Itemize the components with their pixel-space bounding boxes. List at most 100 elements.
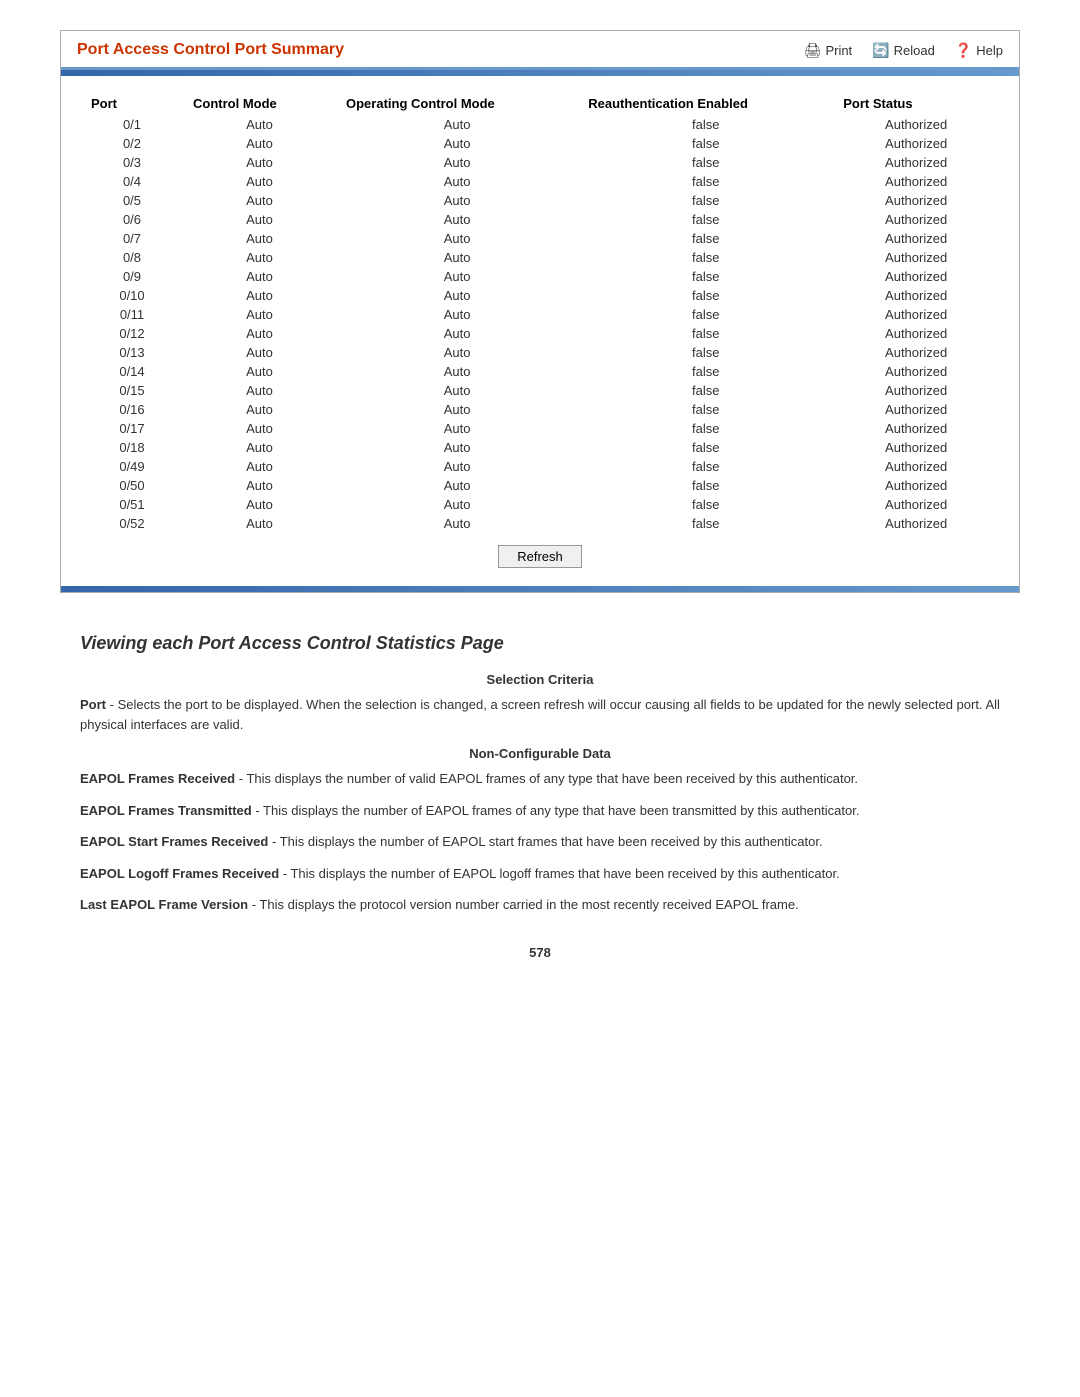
table-cell-3: false	[578, 476, 833, 495]
table-cell-4: Authorized	[833, 191, 999, 210]
table-cell-0: 0/15	[81, 381, 183, 400]
table-cell-3: false	[578, 153, 833, 172]
table-cell-3: false	[578, 457, 833, 476]
table-cell-1: Auto	[183, 153, 336, 172]
table-cell-0: 0/6	[81, 210, 183, 229]
table-cell-0: 0/51	[81, 495, 183, 514]
table-row: 0/18AutoAutofalseAuthorized	[81, 438, 999, 457]
table-cell-4: Authorized	[833, 115, 999, 134]
table-cell-4: Authorized	[833, 172, 999, 191]
table-cell-2: Auto	[336, 248, 578, 267]
table-row: 0/13AutoAutofalseAuthorized	[81, 343, 999, 362]
table-cell-1: Auto	[183, 134, 336, 153]
table-cell-2: Auto	[336, 400, 578, 419]
doc-field-para: Last EAPOL Frame Version - This displays…	[80, 895, 1000, 915]
table-cell-0: 0/7	[81, 229, 183, 248]
doc-field-label: EAPOL Logoff Frames Received	[80, 866, 279, 881]
table-cell-2: Auto	[336, 115, 578, 134]
doc-field-para: EAPOL Frames Received - This displays th…	[80, 769, 1000, 789]
table-cell-4: Authorized	[833, 267, 999, 286]
doc-field-label: EAPOL Start Frames Received	[80, 834, 268, 849]
doc-field-label: EAPOL Frames Transmitted	[80, 803, 252, 818]
reload-button[interactable]: 🔄 Reload	[872, 42, 935, 59]
table-cell-3: false	[578, 115, 833, 134]
table-cell-0: 0/8	[81, 248, 183, 267]
table-cell-1: Auto	[183, 419, 336, 438]
table-cell-2: Auto	[336, 324, 578, 343]
table-cell-3: false	[578, 286, 833, 305]
table-cell-0: 0/9	[81, 267, 183, 286]
table-row: 0/12AutoAutofalseAuthorized	[81, 324, 999, 343]
table-cell-1: Auto	[183, 267, 336, 286]
table-cell-4: Authorized	[833, 343, 999, 362]
table-row: 0/8AutoAutofalseAuthorized	[81, 248, 999, 267]
refresh-row: Refresh	[81, 533, 999, 576]
table-cell-0: 0/14	[81, 362, 183, 381]
table-cell-3: false	[578, 419, 833, 438]
print-icon: 🖨	[804, 42, 822, 59]
table-cell-4: Authorized	[833, 305, 999, 324]
table-row: 0/16AutoAutofalseAuthorized	[81, 400, 999, 419]
doc-field-label: Last EAPOL Frame Version	[80, 897, 248, 912]
port-summary-table: Port Control Mode Operating Control Mode…	[81, 92, 999, 533]
table-row: 0/2AutoAutofalseAuthorized	[81, 134, 999, 153]
table-cell-1: Auto	[183, 495, 336, 514]
doc-fields: EAPOL Frames Received - This displays th…	[80, 769, 1000, 915]
refresh-button[interactable]: Refresh	[498, 545, 582, 568]
port-label: Port	[80, 697, 106, 712]
doc-field-desc: - This displays the protocol version num…	[248, 897, 799, 912]
doc-field-para: EAPOL Logoff Frames Received - This disp…	[80, 864, 1000, 884]
table-cell-1: Auto	[183, 324, 336, 343]
panel-actions: 🖨 Print 🔄 Reload ❓ Help	[804, 42, 1003, 59]
doc-field-desc: - This displays the number of valid EAPO…	[235, 771, 858, 786]
table-row: 0/1AutoAutofalseAuthorized	[81, 115, 999, 134]
port-desc: - Selects the port to be displayed. When…	[80, 697, 1000, 732]
table-header-row: Port Control Mode Operating Control Mode…	[81, 92, 999, 115]
print-button[interactable]: 🖨 Print	[804, 42, 853, 59]
table-cell-2: Auto	[336, 153, 578, 172]
table-cell-1: Auto	[183, 305, 336, 324]
table-cell-4: Authorized	[833, 381, 999, 400]
table-cell-4: Authorized	[833, 438, 999, 457]
table-cell-4: Authorized	[833, 286, 999, 305]
help-button[interactable]: ❓ Help	[955, 42, 1003, 59]
table-cell-1: Auto	[183, 457, 336, 476]
table-cell-3: false	[578, 514, 833, 533]
table-row: 0/49AutoAutofalseAuthorized	[81, 457, 999, 476]
panel-bottom-bar	[61, 586, 1019, 592]
table-cell-0: 0/4	[81, 172, 183, 191]
table-cell-2: Auto	[336, 476, 578, 495]
table-cell-1: Auto	[183, 476, 336, 495]
table-cell-1: Auto	[183, 115, 336, 134]
table-row: 0/14AutoAutofalseAuthorized	[81, 362, 999, 381]
table-cell-4: Authorized	[833, 514, 999, 533]
table-cell-3: false	[578, 191, 833, 210]
doc-field-para: EAPOL Frames Transmitted - This displays…	[80, 801, 1000, 821]
print-label: Print	[825, 43, 852, 58]
table-cell-3: false	[578, 305, 833, 324]
table-cell-1: Auto	[183, 514, 336, 533]
table-cell-2: Auto	[336, 305, 578, 324]
col-header-control: Control Mode	[183, 92, 336, 115]
table-cell-0: 0/3	[81, 153, 183, 172]
table-cell-0: 0/52	[81, 514, 183, 533]
table-cell-1: Auto	[183, 210, 336, 229]
doc-field-desc: - This displays the number of EAPOL logo…	[279, 866, 840, 881]
table-cell-2: Auto	[336, 191, 578, 210]
table-cell-1: Auto	[183, 381, 336, 400]
table-cell-4: Authorized	[833, 419, 999, 438]
table-cell-4: Authorized	[833, 324, 999, 343]
port-description: Port - Selects the port to be displayed.…	[80, 695, 1000, 734]
table-cell-2: Auto	[336, 419, 578, 438]
table-wrapper: Port Control Mode Operating Control Mode…	[61, 76, 1019, 586]
table-cell-3: false	[578, 362, 833, 381]
table-cell-3: false	[578, 267, 833, 286]
page-number: 578	[80, 945, 1000, 960]
doc-field-para: EAPOL Start Frames Received - This displ…	[80, 832, 1000, 852]
table-row: 0/10AutoAutofalseAuthorized	[81, 286, 999, 305]
table-cell-1: Auto	[183, 438, 336, 457]
reload-icon: 🔄	[872, 42, 889, 59]
table-row: 0/4AutoAutofalseAuthorized	[81, 172, 999, 191]
table-row: 0/7AutoAutofalseAuthorized	[81, 229, 999, 248]
table-cell-0: 0/18	[81, 438, 183, 457]
